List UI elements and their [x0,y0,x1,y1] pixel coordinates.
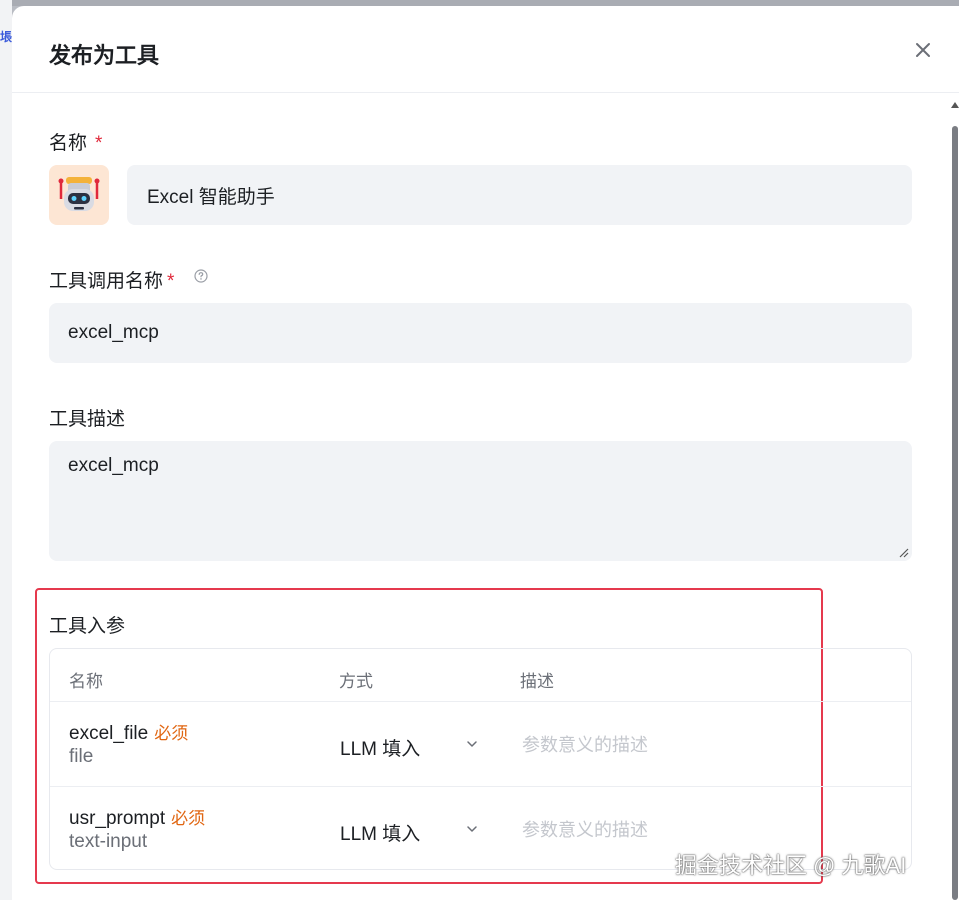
column-header-name: 名称 [69,672,103,691]
dialog-title: 发布为工具 [49,43,160,68]
param-name: excel_file 必须 [69,719,188,745]
row-divider [50,786,911,787]
chevron-down-icon[interactable] [465,822,479,836]
question-circle-icon[interactable] [194,269,208,283]
param-mode-value: LLM 填入 [340,824,421,845]
param-name-text: usr_prompt [69,808,166,829]
background-left-strip: 㙊 [0,0,12,900]
name-label: 名称 * [49,128,102,155]
param-name: usr_prompt 必须 [69,804,205,830]
close-icon [916,43,930,57]
description-label: 工具描述 [49,409,126,430]
scrollbar[interactable] [951,102,959,900]
tool-name-input[interactable] [127,165,912,225]
param-mode-select[interactable]: LLM 填入 [340,819,420,846]
required-mark: * [167,271,175,292]
params-table: 名称 方式 描述 excel_file 必须 file LLM 填入 usr_pr… [49,648,912,870]
param-description-input[interactable] [520,729,784,761]
resize-handle-icon[interactable] [897,546,909,558]
scroll-up-arrow-icon[interactable] [951,102,959,108]
call-name-label-text: 工具调用名称 [49,271,164,292]
publish-tool-dialog: 发布为工具 名称* 工具调用名称* [12,6,959,900]
param-mode-value: LLM 填入 [340,739,421,760]
chevron-down-icon[interactable] [465,737,479,751]
param-description-input[interactable] [520,814,784,846]
watermark: 掘金技术社区 @ 九歌AI [675,853,907,878]
required-mark: * [95,133,103,154]
background-tag: 㙊 [0,30,13,44]
param-mode-select[interactable]: LLM 填入 [340,734,420,761]
row-divider [50,701,911,702]
tool-call-name-input[interactable] [49,303,912,363]
name-label-text: 名称 [49,133,88,154]
tool-avatar[interactable] [49,165,109,225]
param-name-text: excel_file [69,723,149,744]
scrollbar-thumb[interactable] [952,126,958,900]
params-label: 工具入参 [49,616,126,637]
param-type: text-input [69,831,148,852]
call-name-label: 工具调用名称 * [49,266,174,293]
required-tag: 必须 [171,809,206,828]
column-header-mode: 方式 [339,672,373,691]
dialog-header: 发布为工具 [12,6,959,93]
param-type: file [69,746,94,767]
tool-description-textarea[interactable]: excel_mcp [49,441,912,561]
column-header-description: 描述 [520,672,554,691]
required-tag: 必须 [154,724,189,743]
close-button[interactable] [911,38,935,62]
robot-avatar-icon [58,177,100,211]
